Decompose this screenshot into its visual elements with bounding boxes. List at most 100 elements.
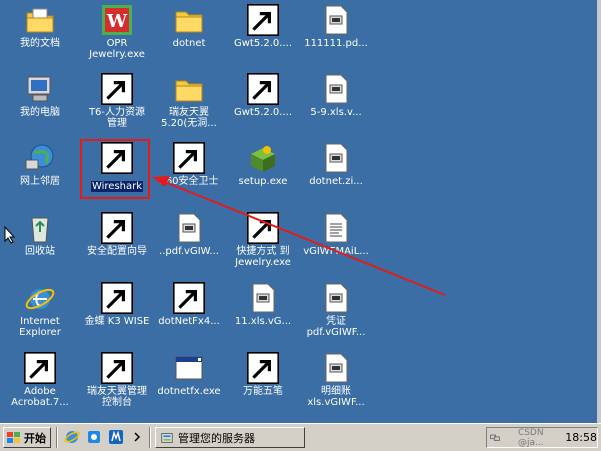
desktop-icon-internet-explorer[interactable]: Internet Explorer [3, 282, 77, 338]
my-computer-icon [24, 73, 56, 105]
desktop-icon-kingdee-k3[interactable]: K3 金蝶 K3 WISE [80, 282, 154, 327]
setup-box-icon [247, 142, 279, 174]
quicklaunch-more-icon[interactable] [130, 429, 146, 445]
quicklaunch-wubi-icon[interactable] [108, 429, 124, 445]
mouse-cursor-icon [4, 226, 16, 244]
taskbar-task-manage-server[interactable]: 管理您的服务器 [155, 427, 305, 448]
wps-app-icon: W [101, 4, 133, 36]
taskbar-clock[interactable]: 18:58 [565, 431, 597, 444]
desktop-icon-setup-exe[interactable]: setup.exe [226, 142, 300, 187]
icon-label: Internet Explorer [19, 316, 61, 338]
document-icon [320, 73, 352, 105]
desktop-icon-dotnetfx4[interactable]: dotNetFx4... [152, 282, 226, 327]
desktop-icon-dotnetfx-exe[interactable]: dotnetfx.exe [152, 352, 226, 397]
icon-label: 万能五笔 [243, 386, 283, 397]
desktop-icon-my-documents[interactable]: 我的文档 [3, 4, 77, 49]
icon-label: 瑞友天翼管理 控制台 [87, 386, 147, 408]
document-icon [320, 142, 352, 174]
quicklaunch-browser-icon[interactable] [86, 429, 102, 445]
desktop-icon-gwt-1[interactable]: Gwt5.2.0.... [226, 4, 300, 49]
icon-label: 5-9.xls.v... [310, 107, 362, 118]
folder-icon [173, 4, 205, 36]
program-window-icon [173, 352, 205, 384]
adobe-acrobat-icon [24, 352, 56, 384]
icon-label: T6-人力资源 管理 [88, 107, 146, 129]
icon-label: Gwt5.2.0.... [233, 107, 292, 118]
text-file-icon [320, 212, 352, 244]
document-icon [320, 4, 352, 36]
wps-app-icon: W [247, 212, 279, 244]
taskbar-separator [149, 427, 151, 448]
desktop-icon-ledger-xls[interactable]: 明细账 xls.vGIWF... [299, 352, 373, 408]
desktop-icon-wanneng-wubi[interactable]: 万能五笔 [226, 352, 300, 397]
icon-label: 明细账 xls.vGIWF... [307, 386, 365, 408]
icon-label: Adobe Acrobat.7... [11, 386, 69, 408]
icon-label: ..pdf.vGIW... [159, 246, 219, 257]
watermark-text: CSDN @ja... [517, 427, 544, 448]
desktop-icon-security-wizard[interactable]: ? 安全配置向导 [80, 212, 154, 257]
taskbar-separator [56, 427, 58, 448]
icon-label: 回收站 [25, 246, 55, 257]
wanneng-wubi-icon [247, 352, 279, 384]
icon-label: dotnet.zi... [309, 176, 363, 187]
document-icon [173, 212, 205, 244]
desktop-icon-ruiyou-folder[interactable]: 瑞友天翼 5.20(无洞... [152, 73, 226, 129]
icon-label: OPR Jewelry.exe [89, 38, 145, 60]
network-places-icon [24, 142, 56, 174]
icon-label: dotnet [172, 38, 206, 49]
icon-label: dotNetFx4... [158, 316, 220, 327]
desktop-icon-network-places[interactable]: 网上邻居 [3, 142, 77, 187]
desktop-icon-360[interactable]: 360安全卫士 [152, 142, 226, 187]
system-tray: CSDN @ja... 18:58 [486, 427, 598, 448]
kingdee-k3-icon: K3 [101, 282, 133, 314]
task-label: 管理您的服务器 [178, 431, 255, 445]
desktop-icon-voucher-pdf[interactable]: 凭证 pdf.vGIWF... [299, 282, 373, 338]
desktop-icon-11-xls[interactable]: 11.xls.vG... [226, 282, 300, 327]
installer-icon [173, 282, 205, 314]
desktop-icon-ruiyou-console[interactable]: 瑞友天翼管理 控制台 [80, 352, 154, 408]
installer-icon [247, 4, 279, 36]
desktop-icon-my-computer[interactable]: 我的电脑 [3, 73, 77, 118]
icon-label: 我的电脑 [20, 107, 60, 118]
icon-label: 360安全卫士 [159, 176, 219, 187]
desktop-icon-opr-jewelry[interactable]: W OPR Jewelry.exe [80, 4, 154, 60]
scroll-edge [597, 0, 601, 423]
server-manage-icon [161, 432, 173, 443]
desktop-icon-adobe-acrobat[interactable]: Adobe Acrobat.7... [3, 352, 77, 408]
icon-label: 凭证 pdf.vGIWF... [306, 316, 366, 338]
document-icon [247, 282, 279, 314]
icon-label: 安全配置向导 [87, 246, 147, 257]
icon-label: 金蝶 K3 WISE [84, 316, 150, 327]
document-icon [320, 352, 352, 384]
quicklaunch-ie-icon[interactable] [64, 429, 80, 445]
desktop-icon-vgiwfmail[interactable]: vGIWFMAiL... [299, 212, 373, 257]
network-tray-icon[interactable] [490, 431, 500, 444]
purple-orb-icon [101, 352, 133, 384]
highlight-box [80, 139, 150, 199]
installer-icon [247, 73, 279, 105]
desktop-icon-5-9-xls[interactable]: 5-9.xls.v... [299, 73, 373, 118]
desktop-icon-t6-hr[interactable]: HR T6-人力资源 管理 [80, 73, 154, 129]
desktop-icon-jewelry-shortcut[interactable]: W 快捷方式 到 Jewelry.exe [226, 212, 300, 268]
my-documents-icon [24, 4, 56, 36]
desktop-icon-dotnet-folder[interactable]: dotnet [152, 4, 226, 49]
icon-label: 我的文档 [20, 38, 60, 49]
hr-app-icon: HR [101, 73, 133, 105]
recycle-bin-icon [24, 212, 56, 244]
icon-label: setup.exe [238, 176, 288, 187]
desktop-icon-111111-pdf[interactable]: 111111.pd... [299, 4, 373, 49]
icon-label: 111111.pd... [304, 38, 368, 49]
program-window-icon [173, 142, 205, 174]
desktop-icon-pdf-vgiw[interactable]: ..pdf.vGIW... [152, 212, 226, 257]
icon-label: 11.xls.vG... [234, 316, 292, 327]
desktop-icon-gwt-2[interactable]: Gwt5.2.0.... [226, 73, 300, 118]
document-icon [320, 282, 352, 314]
internet-explorer-icon [24, 282, 56, 314]
start-button[interactable]: 开始 [3, 427, 51, 448]
desktop-icon-dotnet-zip[interactable]: dotnet.zi... [299, 142, 373, 187]
icon-label: 快捷方式 到 Jewelry.exe [235, 246, 291, 268]
icon-label: Gwt5.2.0.... [233, 38, 292, 49]
taskbar: 开始 管理您的服务器 CSDN @ja... 18:58 [0, 423, 601, 451]
icon-label: vGIWFMAiL... [303, 246, 369, 257]
icon-label: 瑞友天翼 5.20(无洞... [161, 107, 217, 129]
